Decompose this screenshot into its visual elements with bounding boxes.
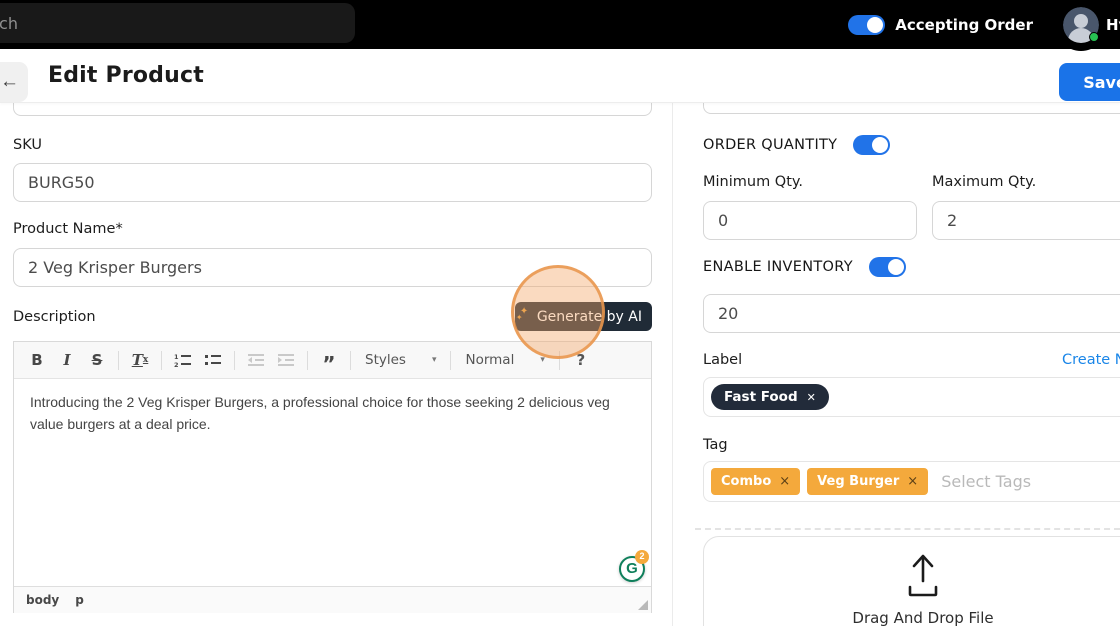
bold-button[interactable]: B [24, 347, 50, 373]
user-name: Hy [1106, 16, 1120, 34]
element-path-body[interactable]: body [26, 593, 59, 607]
tag-chip: Veg Burger × [807, 468, 928, 495]
remove-label-icon[interactable]: ✕ [807, 391, 816, 404]
label-section-label: Label [703, 352, 742, 368]
tag-chip-text: Veg Burger [817, 474, 899, 489]
enable-inventory-toggle[interactable] [869, 257, 906, 277]
editor-status-bar: body p [14, 586, 651, 613]
remove-tag-icon[interactable]: × [779, 474, 790, 489]
max-qty-input[interactable] [932, 201, 1120, 240]
inventory-qty-input[interactable] [703, 294, 1120, 333]
description-label: Description [13, 309, 96, 325]
tag-chip-text: Combo [721, 474, 771, 489]
online-status-dot [1089, 32, 1099, 42]
accepting-order-toggle[interactable] [848, 15, 885, 35]
grammarly-badge: 2 [635, 550, 649, 564]
styles-dropdown[interactable]: Styles ▾ [359, 352, 442, 368]
strikethrough-button[interactable]: S [84, 347, 110, 373]
drag-and-drop-zone[interactable]: Drag And Drop File [703, 536, 1120, 626]
drag-and-drop-text: Drag And Drop File [852, 609, 993, 626]
generate-by-ai-label: Generate by AI [537, 309, 642, 325]
order-quantity-toggle[interactable] [853, 135, 890, 155]
select-tags-placeholder: Select Tags [941, 472, 1031, 491]
min-qty-label: Minimum Qty. [703, 174, 803, 190]
toolbar-separator [350, 351, 351, 370]
bulleted-list-icon[interactable] [200, 347, 226, 373]
column-divider [672, 103, 673, 626]
italic-button[interactable]: I [54, 347, 80, 373]
save-button[interactable]: Save [1059, 63, 1120, 101]
description-text: Introducing the 2 Veg Krisper Burgers, a… [30, 394, 610, 432]
avatar[interactable] [1063, 7, 1099, 43]
decrease-indent-icon[interactable] [243, 347, 269, 373]
sku-input[interactable] [13, 163, 652, 202]
description-text-area[interactable]: Introducing the 2 Veg Krisper Burgers, a… [14, 379, 651, 586]
label-chip-text: Fast Food [724, 389, 798, 405]
chevron-down-icon: ▾ [432, 355, 437, 365]
paragraph-format-dropdown[interactable]: Normal ▾ [459, 352, 550, 368]
back-button[interactable]: ← [0, 62, 28, 102]
label-select-box[interactable]: Fast Food ✕ [703, 377, 1120, 417]
svg-text:2: 2 [174, 361, 179, 368]
description-editor: B I S Tx 12 ” Styles ▾ [13, 341, 652, 613]
styles-dropdown-label: Styles [365, 352, 406, 368]
grammarly-icon[interactable]: G 2 [619, 554, 647, 582]
toolbar-separator [559, 351, 560, 370]
order-quantity-label: ORDER QUANTITY [703, 137, 837, 153]
numbered-list-icon[interactable]: 12 [170, 347, 196, 373]
element-path-p[interactable]: p [75, 593, 84, 607]
page-title: Edit Product [48, 63, 204, 88]
generate-by-ai-button[interactable]: ✦✦ Generate by AI [515, 302, 652, 331]
search-input[interactable] [0, 3, 355, 43]
remove-tag-icon[interactable]: × [907, 474, 918, 489]
svg-text:1: 1 [174, 353, 179, 361]
increase-indent-icon[interactable] [273, 347, 299, 373]
edit-product-page: SKU Product Name* Description ✦✦ Generat… [0, 0, 1120, 626]
remove-format-button[interactable]: Tx [127, 347, 153, 373]
sku-label: SKU [13, 137, 42, 153]
max-qty-label: Maximum Qty. [932, 174, 1036, 190]
editor-toolbar: B I S Tx 12 ” Styles ▾ [14, 342, 651, 379]
upload-icon [897, 551, 949, 601]
product-name-label: Product Name* [13, 221, 123, 237]
chevron-down-icon: ▾ [540, 355, 545, 365]
min-qty-input[interactable] [703, 201, 917, 240]
create-new-label-link[interactable]: Create New [1062, 352, 1120, 368]
avatar-person-icon [1074, 14, 1088, 28]
editor-help-button[interactable]: ? [568, 347, 594, 373]
label-chip: Fast Food ✕ [711, 384, 829, 410]
toolbar-separator [234, 351, 235, 370]
toolbar-separator [450, 351, 451, 370]
paragraph-format-label: Normal [465, 352, 514, 368]
page-header: ← Edit Product Save [0, 49, 1120, 103]
topbar: Accepting Order Hy [0, 0, 1120, 49]
product-name-input[interactable] [13, 248, 652, 287]
toolbar-separator [118, 351, 119, 370]
toolbar-separator [307, 351, 308, 370]
resize-grip[interactable] [638, 600, 648, 610]
enable-inventory-label: ENABLE INVENTORY [703, 259, 853, 275]
tag-chip: Combo × [711, 468, 800, 495]
sparkle-icon: ✦✦ [517, 309, 531, 325]
tag-section-label: Tag [703, 437, 728, 453]
tag-select-box[interactable]: Combo × Veg Burger × Select Tags [703, 461, 1120, 502]
dashed-divider [695, 528, 1120, 530]
blockquote-button[interactable]: ” [316, 347, 342, 373]
toolbar-separator [161, 351, 162, 370]
accepting-order-label: Accepting Order [895, 16, 1033, 34]
